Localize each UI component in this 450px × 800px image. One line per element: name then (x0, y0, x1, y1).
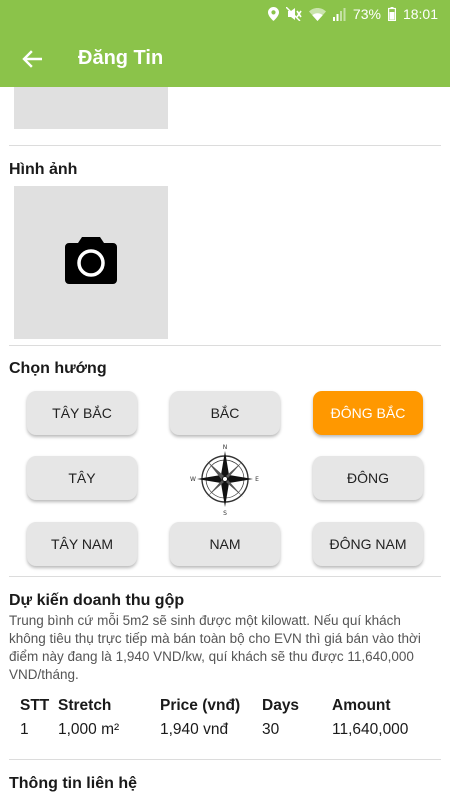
direction-west-button[interactable]: TÂY (27, 456, 137, 500)
location-icon (267, 7, 279, 21)
direction-east-button[interactable]: ĐÔNG (313, 456, 423, 500)
camera-icon (65, 237, 117, 284)
revenue-description: Trung bình cứ mỗi 5m2 sẽ sinh được một k… (9, 613, 421, 682)
post-form[interactable]: Hình ảnh Chọn hướng TÂY BẮC BẮC ĐÔNG BẮC… (0, 87, 450, 800)
direction-southeast-button[interactable]: ĐÔNG NAM (313, 522, 423, 566)
direction-southwest-button[interactable]: TÂY NAM (27, 522, 137, 566)
status-bar: 73% 18:01 (0, 0, 450, 28)
previous-image-placeholder[interactable] (14, 87, 168, 129)
header-days: Days (262, 697, 300, 714)
header-price: Price (vnđ) (160, 697, 241, 714)
divider (9, 345, 441, 346)
battery-icon (387, 7, 396, 21)
cell-stt: 1 (20, 721, 29, 738)
images-section-title: Hình ảnh (9, 161, 78, 178)
compass-west-label: W (190, 476, 196, 483)
direction-south-button[interactable]: NAM (170, 522, 280, 566)
cell-price: 1,940 vnđ (160, 721, 229, 738)
signal-icon (332, 7, 346, 21)
app-bar: 73% 18:01 Đăng Tin (0, 0, 450, 87)
divider (9, 759, 441, 760)
back-button[interactable] (16, 43, 48, 75)
wifi-icon (308, 7, 326, 21)
compass-east-label: E (255, 476, 259, 483)
header-stretch: Stretch (58, 697, 112, 714)
direction-section-title: Chọn hướng (9, 360, 107, 377)
clock: 18:01 (402, 6, 438, 22)
direction-north-button[interactable]: BẮC (170, 391, 280, 435)
contact-section-title: Thông tin liên hệ (9, 775, 137, 792)
battery-percent: 73% (352, 6, 381, 22)
add-image-button[interactable] (14, 186, 168, 339)
page-title: Đăng Tin (78, 47, 164, 69)
toolbar: Đăng Tin (0, 30, 450, 87)
divider (9, 145, 441, 146)
compass-north-label: N (223, 444, 228, 451)
arrow-left-icon (22, 49, 42, 68)
compass-south-label: S (223, 510, 227, 516)
mute-icon (285, 7, 302, 21)
revenue-section-title: Dự kiến doanh thu gộp (9, 592, 185, 609)
divider (9, 576, 441, 577)
cell-amount: 11,640,000 (332, 721, 409, 738)
compass-icon: N S E W (190, 444, 259, 516)
header-stt: STT (20, 697, 50, 714)
direction-northwest-button[interactable]: TÂY BẮC (27, 391, 137, 435)
cell-stretch: 1,000 m² (58, 721, 120, 738)
cell-days: 30 (262, 721, 280, 738)
header-amount: Amount (332, 697, 391, 714)
direction-northeast-button[interactable]: ĐÔNG BẮC (313, 391, 423, 435)
